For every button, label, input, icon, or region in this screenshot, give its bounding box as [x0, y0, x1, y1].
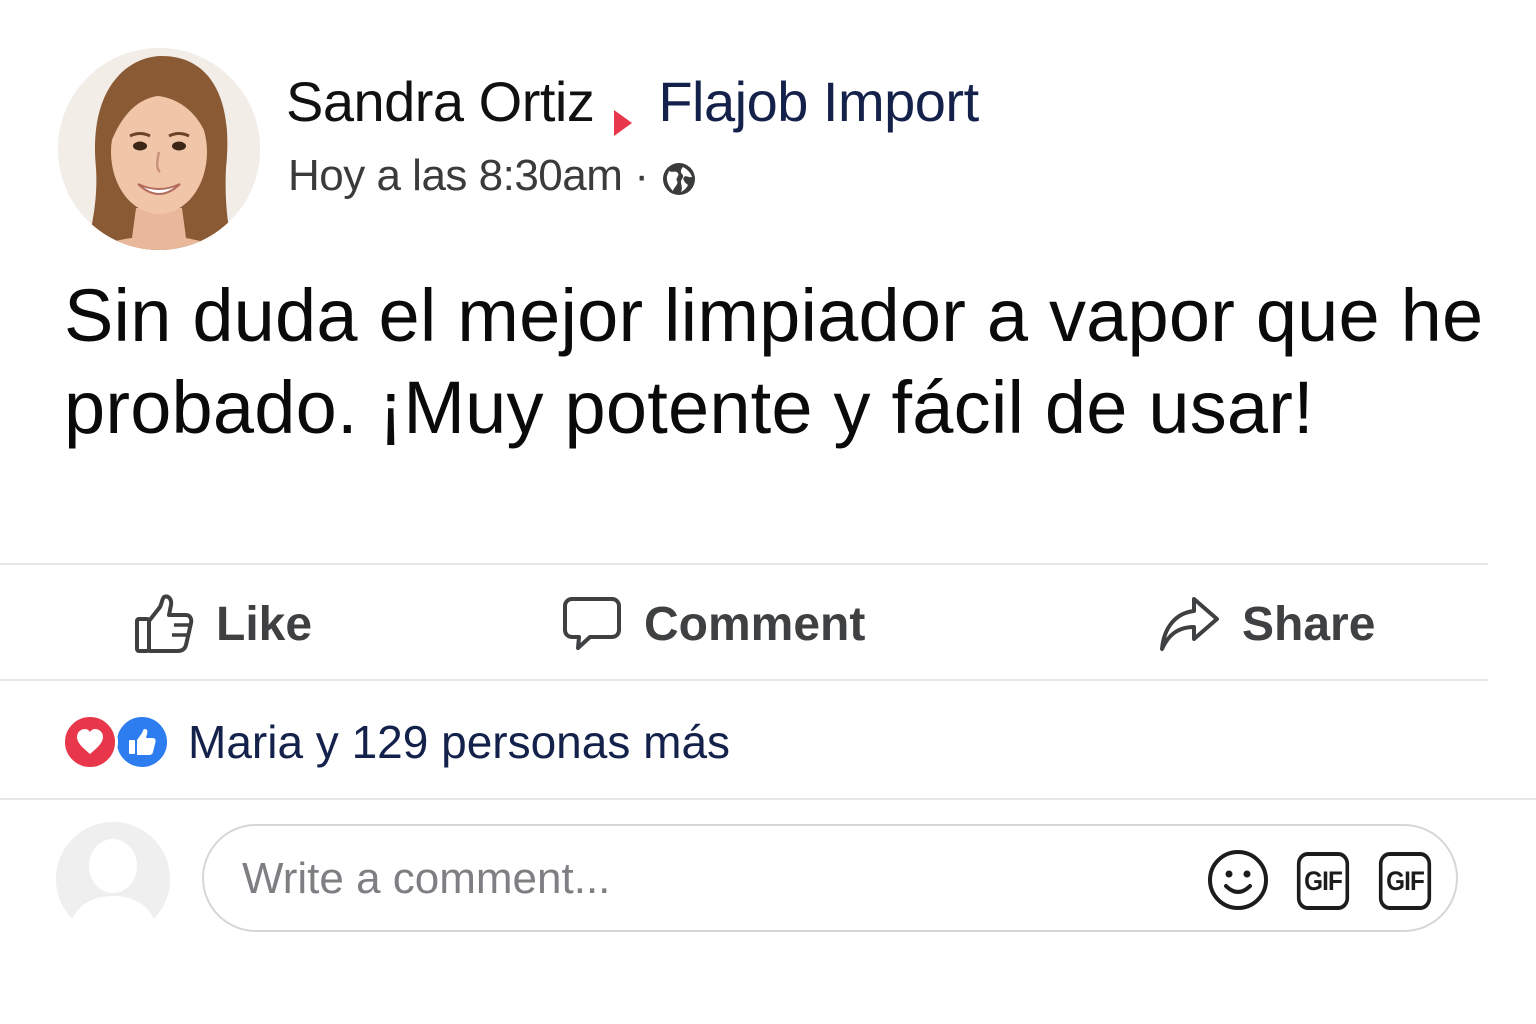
share-arrow-icon [1160, 597, 1219, 651]
like-icon [114, 714, 170, 770]
post-text: Sin duda el mejor limpiador a vapor que … [64, 274, 1484, 449]
post-timestamp[interactable]: Hoy a las 8:30am [288, 151, 623, 201]
comment-bubble-icon [563, 597, 621, 650]
commenter-avatar [56, 822, 170, 936]
arrow-right-icon [612, 86, 634, 136]
like-button[interactable]: Like [134, 586, 312, 662]
author-name[interactable]: Sandra Ortiz [286, 69, 595, 134]
page-name[interactable]: Flajob Import [658, 69, 979, 134]
post-header: Sandra Ortiz Flajob Import [286, 66, 979, 136]
thumbs-up-icon [135, 594, 194, 653]
comment-button[interactable]: Comment [562, 586, 865, 662]
divider [0, 679, 1488, 681]
post-card: Sandra Ortiz Flajob Import Hoy a las 8:3… [0, 0, 1536, 1024]
share-label: Share [1242, 597, 1376, 651]
gif-button[interactable]: GIF [1296, 852, 1350, 910]
share-button[interactable]: Share [1158, 586, 1375, 662]
comment-label: Comment [644, 597, 866, 651]
comment-composer: GIF GIF [202, 824, 1458, 932]
globe-icon[interactable] [661, 158, 697, 195]
gif-sticker-button[interactable]: GIF [1378, 852, 1432, 910]
like-label: Like [216, 597, 313, 651]
reactions-count-text[interactable]: Maria y 129 personas más [188, 715, 730, 769]
divider [0, 798, 1536, 800]
smiley-icon[interactable] [1206, 848, 1270, 912]
reactions-summary[interactable]: Maria y 129 personas más [62, 712, 730, 772]
author-avatar[interactable] [58, 48, 260, 250]
love-icon [62, 714, 118, 770]
comment-input[interactable] [242, 848, 1162, 910]
divider [0, 563, 1488, 565]
meta-separator: · [634, 151, 649, 200]
post-meta: Hoy a las 8:30am · [288, 148, 697, 204]
